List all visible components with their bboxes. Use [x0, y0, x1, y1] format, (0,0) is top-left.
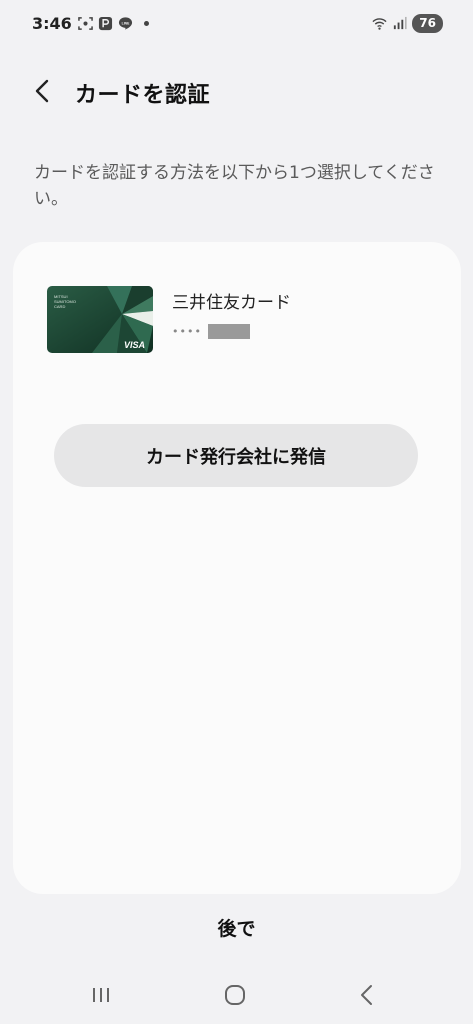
contact-issuer-button[interactable]: カード発行会社に発信 — [54, 424, 418, 487]
wifi-icon — [372, 18, 387, 30]
card-name: 三井住友カード — [172, 293, 291, 313]
notification-dot-icon — [144, 21, 149, 26]
verification-panel: MITSUI SUMITOMO CARD VISA 三井住友カード •••• カ… — [13, 242, 461, 894]
card-number-dots: •••• — [172, 325, 202, 338]
p-app-icon — [98, 16, 113, 31]
header: カードを認証 — [0, 70, 473, 114]
instruction-text: カードを認証する方法を以下から1つ選択してください。 — [34, 163, 435, 209]
card-number: •••• — [172, 324, 250, 339]
screenshot-icon — [78, 17, 93, 30]
signal-icon — [394, 16, 407, 30]
line-logo-text: LINE — [122, 21, 130, 25]
card-graphic: MITSUI SUMITOMO CARD VISA — [47, 286, 153, 353]
status-system-icons: 76 — [372, 14, 443, 33]
status-time: 3:46 — [32, 14, 72, 33]
back-icon[interactable] — [352, 980, 382, 1010]
svg-text:CARD: CARD — [54, 304, 65, 309]
credit-card-image: MITSUI SUMITOMO CARD VISA — [47, 286, 153, 353]
card-number-redacted — [207, 324, 250, 339]
home-icon[interactable] — [220, 980, 250, 1010]
status-notification-icons: LINE — [78, 16, 149, 31]
battery-icon: 76 — [412, 14, 443, 33]
page-title: カードを認証 — [75, 83, 211, 108]
chevron-left-icon[interactable] — [30, 78, 56, 104]
navigation-bar — [0, 970, 473, 1024]
recent-apps-icon[interactable] — [86, 980, 116, 1010]
status-bar: 3:46 LINE 76 — [0, 0, 473, 52]
later-button[interactable]: 後で — [0, 914, 473, 941]
line-icon: LINE — [118, 17, 133, 30]
visa-logo: VISA — [124, 340, 145, 350]
